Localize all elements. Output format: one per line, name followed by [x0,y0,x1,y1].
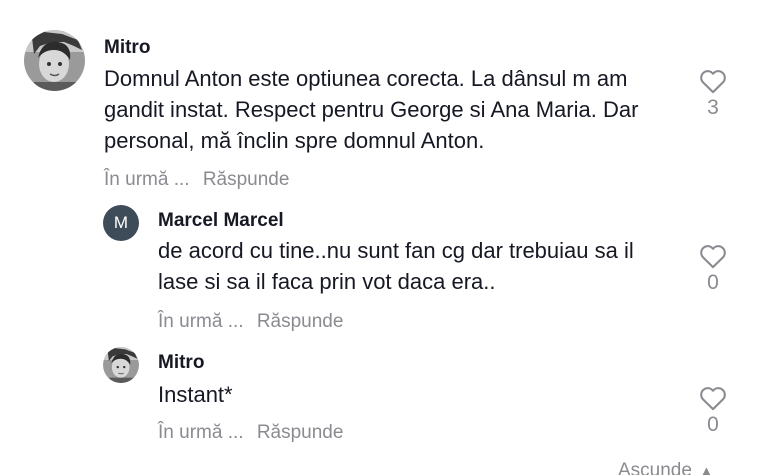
avatar[interactable] [24,30,85,91]
hide-replies-button[interactable]: Ascunde ▲ [618,460,713,475]
comment-username[interactable]: Mitro [104,37,150,59]
heart-icon[interactable] [699,385,727,411]
like-count: 3 [707,96,719,119]
avatar[interactable]: M [103,205,139,241]
like-control: 0 [693,385,733,437]
reply-button[interactable]: Răspunde [257,422,344,443]
heart-icon[interactable] [699,68,727,94]
like-count: 0 [707,413,719,436]
reply-button[interactable]: Răspunde [203,169,290,190]
avatar[interactable] [103,347,139,383]
photo-avatar-icon [24,30,85,91]
heart-icon[interactable] [699,243,727,269]
comment-meta: În urmă ... Răspunde [158,422,343,444]
chevron-up-icon: ▲ [699,463,713,475]
comment-text: Instant* [158,382,233,407]
comment-time: În urmă ... [158,311,244,332]
reply-button[interactable]: Răspunde [257,311,344,332]
comment-meta: În urmă ... Răspunde [104,169,289,191]
comment-text: Domnul Anton este optiunea corecta. La d… [104,66,639,153]
comment-username[interactable]: Marcel Marcel [158,210,284,232]
avatar-letter: M [113,213,129,232]
comment-text: de acord cu tine..nu sunt fan cg dar tre… [158,238,634,294]
comment-time: În urmă ... [158,422,244,443]
hide-replies-label: Ascunde [618,460,692,475]
like-control: 3 [693,68,733,120]
comment-time: În urmă ... [104,169,190,190]
like-control: 0 [693,243,733,295]
comment-username[interactable]: Mitro [158,352,204,374]
comment-thread: Mitro Domnul Anton este optiunea corecta… [0,0,766,475]
like-count: 0 [707,271,719,294]
comment-meta: În urmă ... Răspunde [158,311,343,333]
photo-avatar-icon [103,347,139,383]
